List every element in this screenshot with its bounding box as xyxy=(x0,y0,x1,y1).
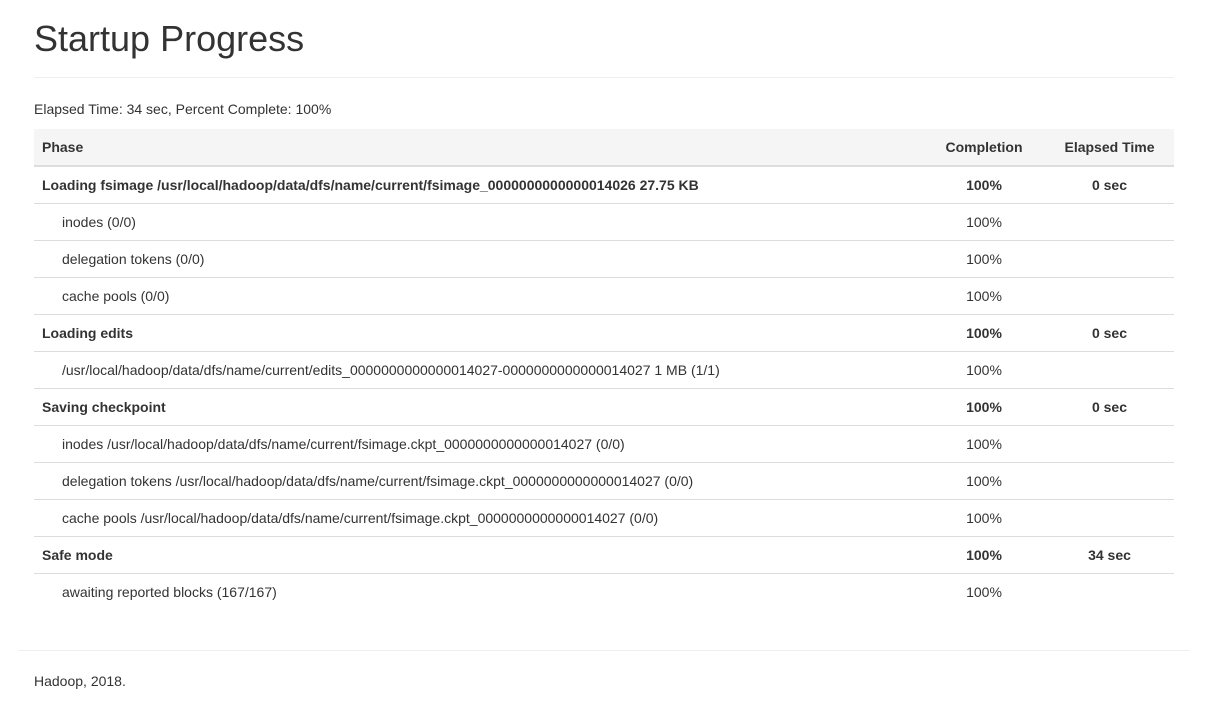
step-name-cell: delegation tokens /usr/local/hadoop/data… xyxy=(34,462,923,500)
completion-cell: 100% xyxy=(923,425,1045,463)
completion-cell: 100% xyxy=(923,240,1045,278)
completion-cell: 100% xyxy=(923,165,1045,204)
completion-cell: 100% xyxy=(923,499,1045,537)
step-name-cell: /usr/local/hadoop/data/dfs/name/current/… xyxy=(34,351,923,389)
column-header-completion: Completion xyxy=(923,129,1045,167)
column-header-phase: Phase xyxy=(34,129,923,167)
table-header-row: Phase Completion Elapsed Time xyxy=(34,129,1174,167)
completion-cell: 100% xyxy=(923,462,1045,500)
elapsed-time-cell: 0 sec xyxy=(1045,314,1174,352)
phase-name-cell: Loading edits xyxy=(34,314,923,352)
column-header-elapsed-time: Elapsed Time xyxy=(1045,129,1174,167)
completion-cell: 100% xyxy=(923,573,1045,610)
completion-cell: 100% xyxy=(923,351,1045,389)
elapsed-time-cell xyxy=(1045,573,1174,610)
step-name-cell: inodes (0/0) xyxy=(34,203,923,241)
footer-divider xyxy=(19,650,1189,651)
phase-row: Loading edits 100% 0 sec xyxy=(34,314,1174,352)
completion-cell: 100% xyxy=(923,536,1045,574)
step-row: /usr/local/hadoop/data/dfs/name/current/… xyxy=(34,351,1174,389)
phase-row: Safe mode 100% 34 sec xyxy=(34,536,1174,574)
progress-summary: Elapsed Time: 34 sec, Percent Complete: … xyxy=(34,101,332,117)
step-row: cache pools /usr/local/hadoop/data/dfs/n… xyxy=(34,499,1174,537)
step-name-cell: cache pools (0/0) xyxy=(34,277,923,315)
elapsed-time-cell: 0 sec xyxy=(1045,165,1174,204)
title-divider xyxy=(34,77,1174,78)
step-row: delegation tokens (0/0) 100% xyxy=(34,240,1174,278)
step-row: inodes /usr/local/hadoop/data/dfs/name/c… xyxy=(34,425,1174,463)
page: Startup Progress Elapsed Time: 34 sec, P… xyxy=(0,0,1229,706)
page-title: Startup Progress xyxy=(34,18,305,59)
step-name-cell: cache pools /usr/local/hadoop/data/dfs/n… xyxy=(34,499,923,537)
step-name-cell: awaiting reported blocks (167/167) xyxy=(34,573,923,610)
step-row: awaiting reported blocks (167/167) 100% xyxy=(34,573,1174,610)
elapsed-time-cell: 34 sec xyxy=(1045,536,1174,574)
elapsed-time-cell xyxy=(1045,203,1174,241)
startup-progress-table: Phase Completion Elapsed Time Loading fs… xyxy=(34,129,1174,610)
completion-cell: 100% xyxy=(923,314,1045,352)
step-row: delegation tokens /usr/local/hadoop/data… xyxy=(34,462,1174,500)
elapsed-time-cell xyxy=(1045,351,1174,389)
footer-text: Hadoop, 2018. xyxy=(34,673,126,689)
elapsed-time-cell xyxy=(1045,277,1174,315)
table-body: Loading fsimage /usr/local/hadoop/data/d… xyxy=(34,165,1174,610)
elapsed-time-cell: 0 sec xyxy=(1045,388,1174,426)
step-row: inodes (0/0) 100% xyxy=(34,203,1174,241)
phase-row: Saving checkpoint 100% 0 sec xyxy=(34,388,1174,426)
completion-cell: 100% xyxy=(923,203,1045,241)
phase-name-cell: Loading fsimage /usr/local/hadoop/data/d… xyxy=(34,165,923,204)
phase-row: Loading fsimage /usr/local/hadoop/data/d… xyxy=(34,165,1174,204)
step-name-cell: inodes /usr/local/hadoop/data/dfs/name/c… xyxy=(34,425,923,463)
step-row: cache pools (0/0) 100% xyxy=(34,277,1174,315)
elapsed-time-cell xyxy=(1045,462,1174,500)
completion-cell: 100% xyxy=(923,277,1045,315)
completion-cell: 100% xyxy=(923,388,1045,426)
phase-name-cell: Saving checkpoint xyxy=(34,388,923,426)
step-name-cell: delegation tokens (0/0) xyxy=(34,240,923,278)
elapsed-time-cell xyxy=(1045,425,1174,463)
phase-name-cell: Safe mode xyxy=(34,536,923,574)
elapsed-time-cell xyxy=(1045,240,1174,278)
elapsed-time-cell xyxy=(1045,499,1174,537)
